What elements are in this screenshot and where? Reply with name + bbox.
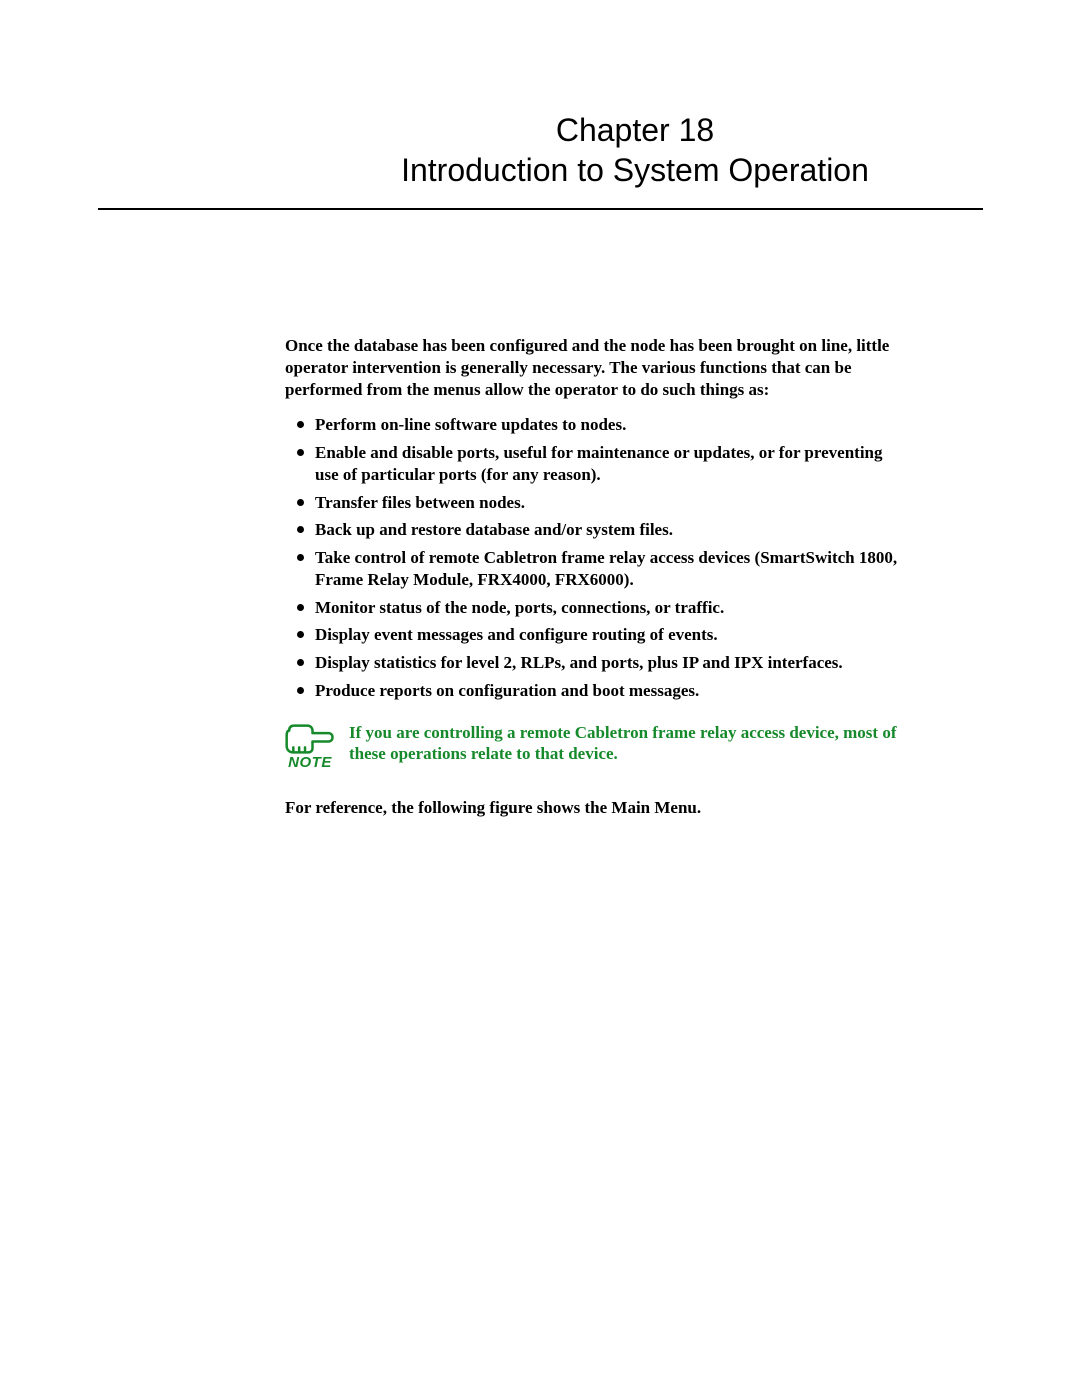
intro-paragraph: Once the database has been configured an… <box>285 335 900 400</box>
note-icon-block: NOTE <box>285 722 335 771</box>
document-page: Chapter 18 Introduction to System Operat… <box>0 0 1080 818</box>
list-item: Back up and restore database and/or syst… <box>285 519 900 541</box>
list-item: Display event messages and configure rou… <box>285 624 900 646</box>
chapter-number: Chapter 18 <box>288 110 983 150</box>
list-item: Transfer files between nodes. <box>285 492 900 514</box>
note-text: If you are controlling a remote Cabletro… <box>349 722 900 766</box>
body-content: Once the database has been configured an… <box>285 335 900 818</box>
bullet-list: Perform on-line software updates to node… <box>285 414 900 701</box>
pointing-hand-icon <box>285 722 335 756</box>
list-item: Produce reports on configuration and boo… <box>285 680 900 702</box>
note-label: NOTE <box>288 754 332 771</box>
list-item: Enable and disable ports, useful for mai… <box>285 442 900 486</box>
list-item: Take control of remote Cabletron frame r… <box>285 547 900 591</box>
chapter-title: Introduction to System Operation <box>288 150 983 190</box>
reference-line: For reference, the following figure show… <box>285 797 900 819</box>
list-item: Display statistics for level 2, RLPs, an… <box>285 652 900 674</box>
chapter-header: Chapter 18 Introduction to System Operat… <box>98 110 983 210</box>
list-item: Monitor status of the node, ports, conne… <box>285 597 900 619</box>
list-item: Perform on-line software updates to node… <box>285 414 900 436</box>
note-callout: NOTE If you are controlling a remote Cab… <box>285 722 900 771</box>
